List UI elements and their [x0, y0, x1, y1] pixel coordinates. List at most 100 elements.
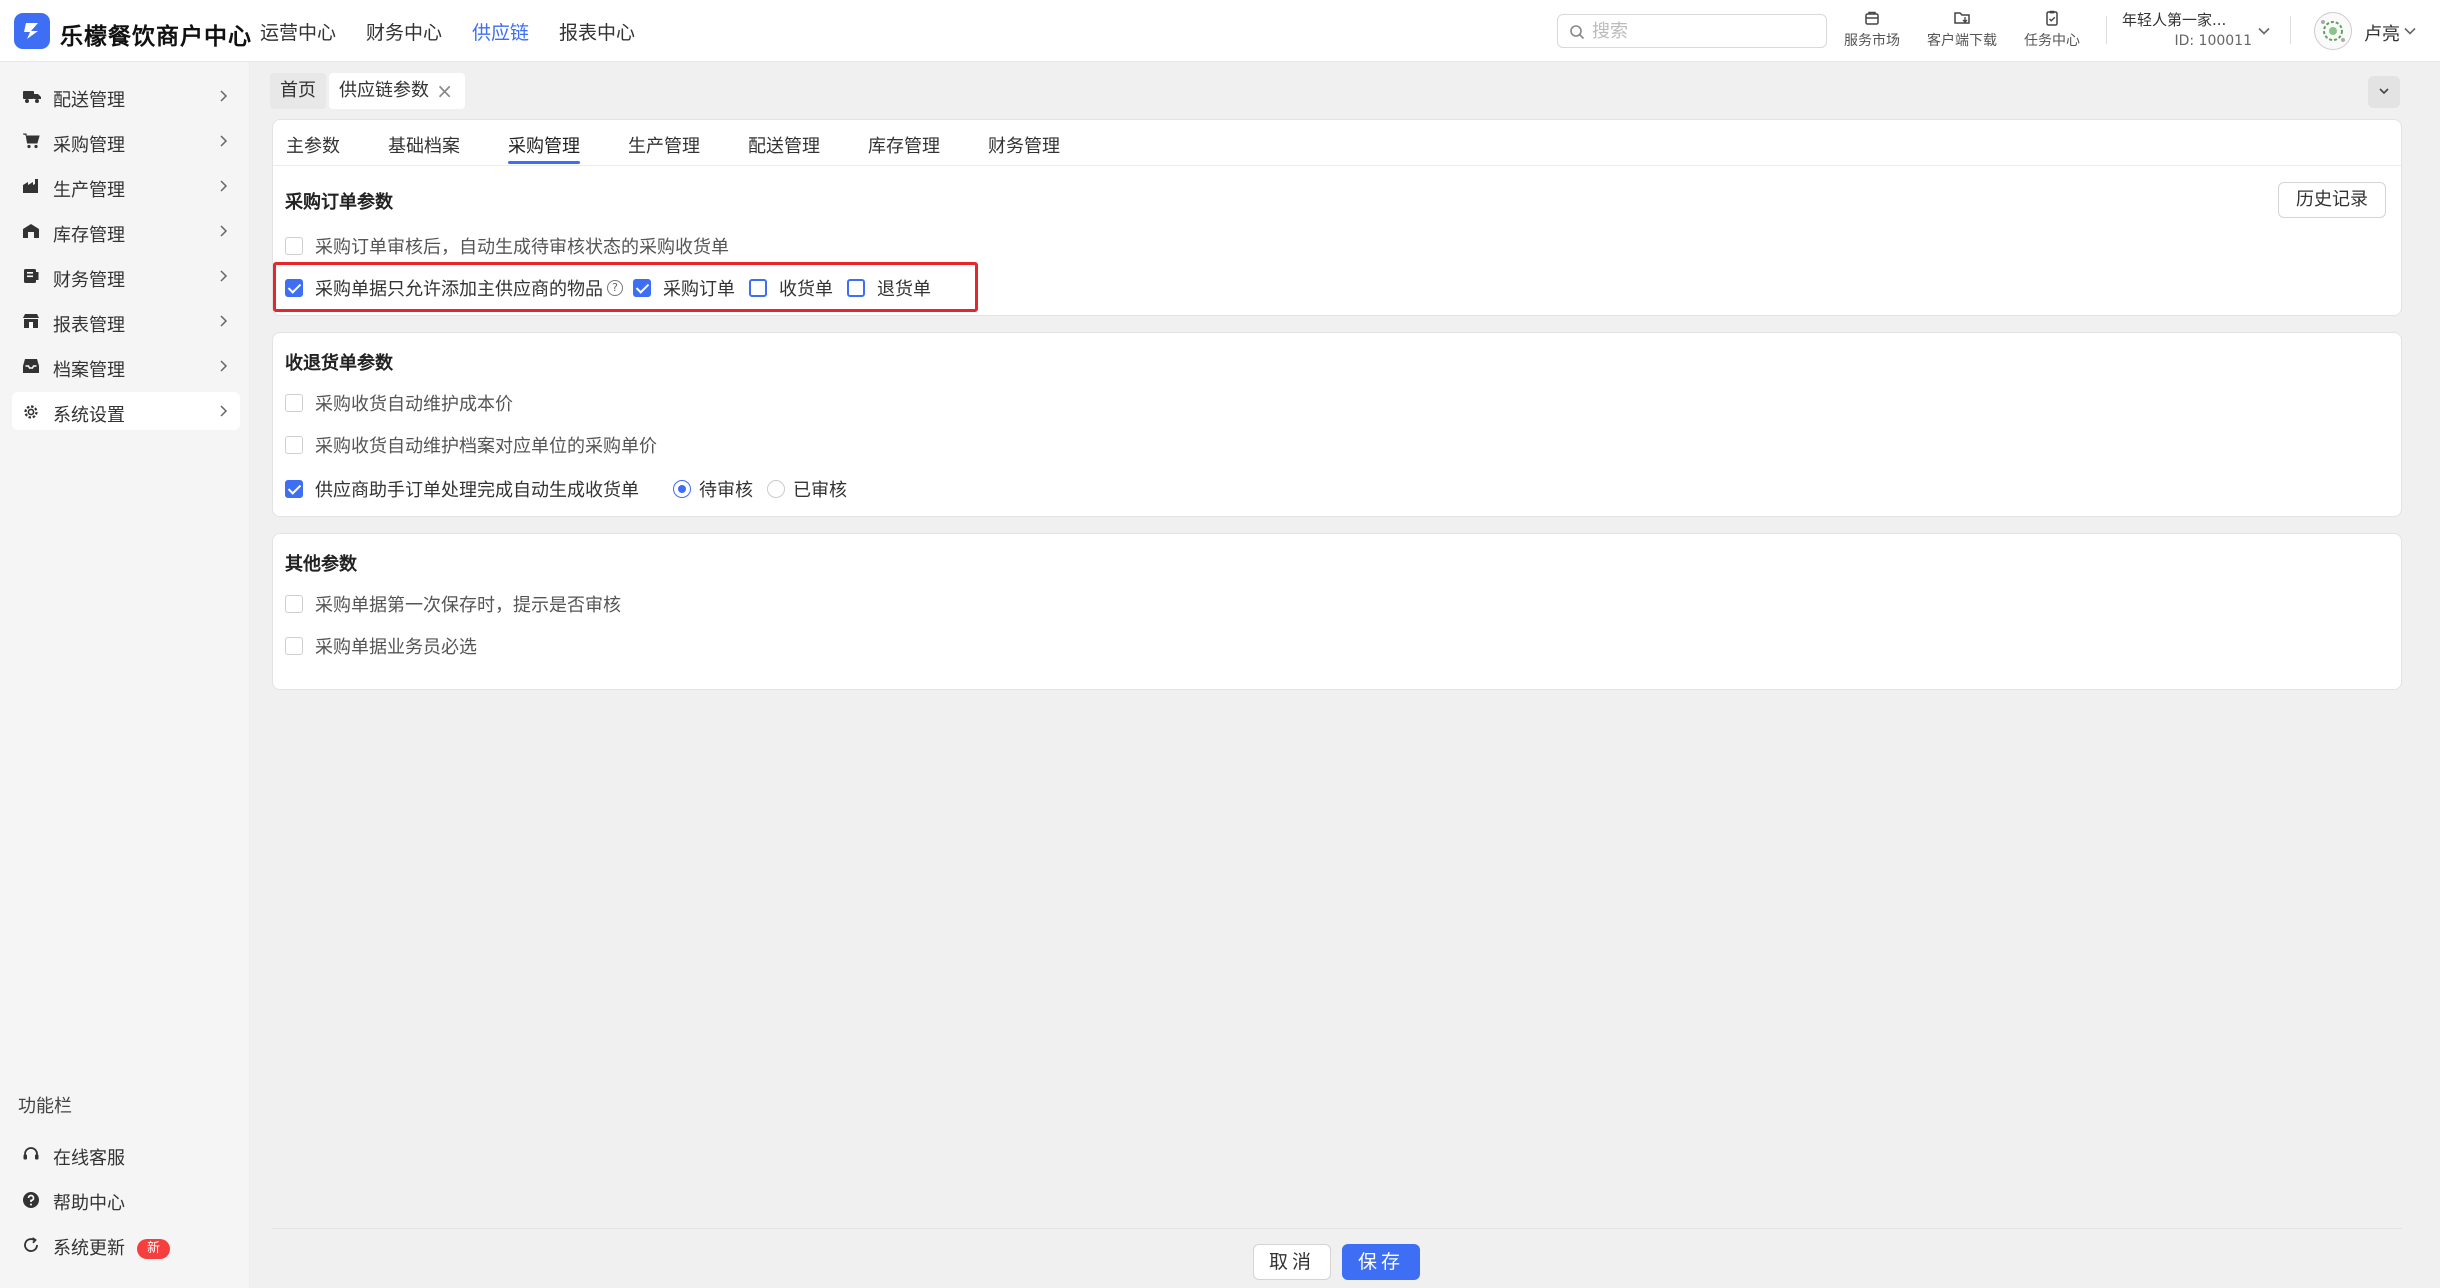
option-salesperson-required[interactable]: 采购单据业务员必选 — [285, 634, 477, 658]
top-nav-operations[interactable]: 运营中心 — [260, 18, 336, 45]
sidebar-footer-title: 功能栏 — [18, 1096, 72, 1117]
tool-task-center-label: 任务中心 — [2024, 33, 2080, 49]
app-logo[interactable] — [14, 13, 50, 49]
tab-finance-management[interactable]: 财务管理 — [988, 132, 1060, 164]
store-icon — [1865, 11, 1879, 25]
report-icon — [23, 314, 39, 328]
sidebar-item-online-service[interactable]: 在线客服 — [12, 1135, 240, 1173]
ledger-icon — [24, 269, 39, 283]
avatar-image-icon — [2321, 20, 2345, 42]
headset-icon — [23, 1147, 39, 1160]
sidebar-item-system-update[interactable]: 系统更新新 — [12, 1225, 240, 1263]
sidebar-item-label: 配送管理 — [53, 90, 125, 111]
sidebar-item-label: 财务管理 — [53, 270, 125, 291]
option-auto-generate-receipt[interactable]: 采购订单审核后，自动生成待审核状态的采购收货单 — [285, 234, 729, 258]
search-box[interactable] — [1557, 14, 1827, 48]
avatar[interactable] — [2314, 12, 2352, 50]
chevron-down-icon[interactable] — [2403, 24, 2417, 38]
tool-service-market[interactable]: 服务市场 — [1834, 9, 1910, 50]
divider — [2290, 16, 2291, 44]
option-auto-maintain-unit-price[interactable]: 采购收货自动维护档案对应单位的采购单价 — [285, 433, 657, 457]
section-title-receipt-return: 收退货单参数 — [285, 353, 393, 374]
tab-basic-archives[interactable]: 基础档案 — [388, 132, 460, 164]
checkbox[interactable] — [285, 595, 303, 613]
top-nav-supply-chain[interactable]: 供应链 — [472, 18, 529, 45]
sidebar-item-label: 库存管理 — [53, 225, 125, 246]
option-prompt-review-on-save[interactable]: 采购单据第一次保存时，提示是否审核 — [285, 592, 621, 616]
sidebar-item-label: 采购管理 — [53, 135, 125, 156]
folder-download-icon — [1954, 12, 1970, 24]
option-label: 采购单据业务员必选 — [315, 637, 477, 658]
update-label: 系统更新 — [53, 1238, 125, 1259]
radio-label: 待审核 — [699, 480, 753, 501]
tab-inventory-management[interactable]: 库存管理 — [868, 132, 940, 164]
page-tab-label: 供应链参数 — [339, 80, 429, 101]
sidebar-item-reports[interactable]: 报表管理 — [12, 302, 240, 340]
chevron-down-icon[interactable] — [2257, 24, 2271, 38]
page-tab-supply-chain-params[interactable]: 供应链参数 × — [329, 73, 465, 109]
search-input[interactable] — [1592, 20, 1817, 42]
top-nav-finance[interactable]: 财务中心 — [366, 18, 442, 45]
option-label: 采购收货自动维护档案对应单位的采购单价 — [315, 436, 657, 457]
section-title-purchase-order: 采购订单参数 — [285, 192, 393, 213]
close-icon[interactable]: × — [436, 73, 453, 109]
option-label: 采购订单审核后，自动生成待审核状态的采购收货单 — [315, 237, 729, 258]
divider — [272, 1228, 2402, 1229]
divider — [2106, 16, 2107, 44]
warehouse-icon — [23, 224, 39, 238]
option-supplier-assistant-auto-receipt[interactable]: 供应商助手订单处理完成自动生成收货单 待审核 已审核 — [285, 477, 847, 501]
save-button[interactable]: 保存 — [1342, 1244, 1420, 1280]
checkbox[interactable] — [285, 237, 303, 255]
top-nav: 运营中心 财务中心 供应链 报表中心 — [260, 18, 665, 45]
chevron-down-icon — [2379, 88, 2389, 95]
section-title-other: 其他参数 — [285, 554, 357, 575]
sidebar-item-system-settings[interactable]: 系统设置 — [12, 392, 240, 430]
checkbox[interactable] — [285, 480, 303, 498]
sidebar-item-label: 生产管理 — [53, 180, 125, 201]
chevron-right-icon — [220, 405, 228, 417]
divider — [273, 165, 2401, 166]
top-nav-reports[interactable]: 报表中心 — [559, 18, 635, 45]
history-button[interactable]: 历史记录 — [2278, 182, 2386, 218]
option-auto-maintain-cost[interactable]: 采购收货自动维护成本价 — [285, 391, 513, 415]
radio-reviewed[interactable] — [767, 480, 785, 498]
tool-task-center[interactable]: 任务中心 — [2014, 9, 2090, 50]
truck-icon — [23, 91, 41, 103]
sidebar-item-archives[interactable]: 档案管理 — [12, 347, 240, 385]
search-icon — [1570, 25, 1585, 40]
user-name[interactable]: 卢亮 — [2364, 20, 2400, 46]
tab-production-management[interactable]: 生产管理 — [628, 132, 700, 164]
account-switcher[interactable]: 年轻人第一家... ID: 100011 — [2122, 9, 2262, 49]
help-icon — [23, 1192, 39, 1208]
sidebar-item-label: 帮助中心 — [53, 1193, 125, 1214]
sidebar-item-purchase[interactable]: 采购管理 — [12, 122, 240, 160]
sidebar-item-production[interactable]: 生产管理 — [12, 167, 240, 205]
option-label: 采购收货自动维护成本价 — [315, 394, 513, 415]
checkbox[interactable] — [285, 394, 303, 412]
checkbox[interactable] — [285, 436, 303, 454]
sidebar-item-delivery[interactable]: 配送管理 — [12, 77, 240, 115]
radio-pending-review[interactable] — [673, 480, 691, 498]
sidebar-item-help-center[interactable]: 帮助中心 — [12, 1180, 240, 1218]
cancel-button[interactable]: 取消 — [1253, 1244, 1331, 1280]
chevron-right-icon — [220, 270, 228, 282]
checkbox[interactable] — [285, 637, 303, 655]
logo-icon — [24, 23, 38, 39]
chevron-right-icon — [220, 360, 228, 372]
top-bar: 乐檬餐饮商户中心 运营中心 财务中心 供应链 报表中心 服务市场 客户端下载 任… — [0, 0, 2440, 62]
tool-client-download-label: 客户端下载 — [1927, 33, 1997, 49]
chevron-right-icon — [220, 315, 228, 327]
tab-purchase-management[interactable]: 采购管理 — [508, 132, 580, 164]
chevron-right-icon — [220, 180, 228, 192]
sidebar-item-finance[interactable]: 财务管理 — [12, 257, 240, 295]
tab-delivery-management[interactable]: 配送管理 — [748, 132, 820, 164]
tool-client-download[interactable]: 客户端下载 — [1924, 9, 2000, 50]
refresh-icon — [24, 1237, 38, 1252]
sidebar-item-label: 系统设置 — [53, 405, 125, 426]
collapse-tabs-button[interactable] — [2368, 76, 2400, 108]
chevron-right-icon — [220, 135, 228, 147]
page-tab-home[interactable]: 首页 — [270, 73, 326, 109]
gear-icon — [24, 405, 38, 419]
sidebar-item-inventory[interactable]: 库存管理 — [12, 212, 240, 250]
tab-main-params[interactable]: 主参数 — [286, 132, 340, 164]
